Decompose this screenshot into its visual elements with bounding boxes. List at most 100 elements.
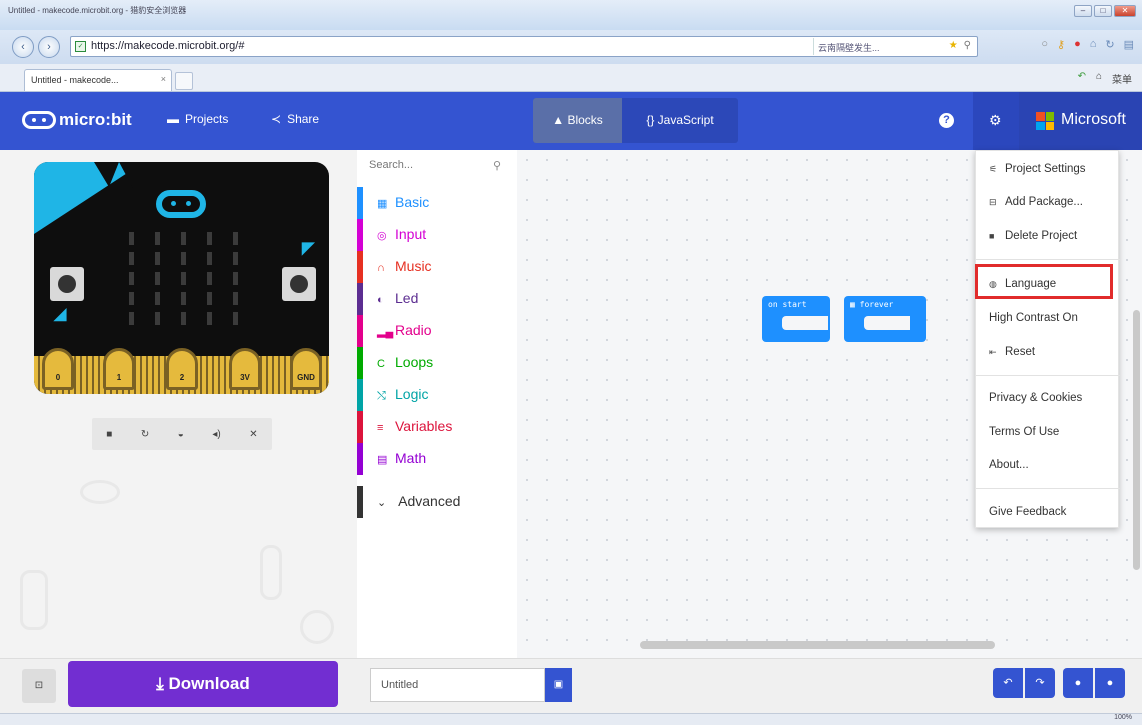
on-start-block[interactable]: on start <box>762 296 830 342</box>
tab-close-icon[interactable]: × <box>161 74 166 84</box>
pin-3v[interactable]: 3V <box>229 348 261 390</box>
led <box>207 312 212 325</box>
key-icon[interactable]: ⚷ <box>1057 38 1065 51</box>
led <box>181 252 186 265</box>
menu-item-label: Terms Of Use <box>989 426 1060 438</box>
refresh-icon[interactable]: ↻ <box>1105 38 1114 51</box>
menu-item-reset[interactable]: ⇤ Reset <box>976 338 1120 366</box>
horizontal-scrollbar[interactable] <box>640 641 995 649</box>
stop-icon[interactable]: ■ <box>106 429 112 440</box>
settings-menu: ⚟ Project Settings ⊟ Add Package... ■ Delet… <box>975 150 1120 528</box>
project-name-input[interactable]: Untitled <box>370 668 545 702</box>
block-label: ▦ forever <box>850 300 893 309</box>
lock-page-icon[interactable]: ⌂ <box>1096 71 1102 86</box>
undo-button[interactable]: ↶ <box>993 668 1023 698</box>
address-bar[interactable]: ✓ https://makecode.microbit.org/# 云南隔壁发生… <box>70 36 978 57</box>
sliders-icon: ⚟ <box>989 164 998 174</box>
forward-button[interactable]: › <box>38 36 60 58</box>
pin-0[interactable]: 0 <box>42 348 74 390</box>
pin-gnd[interactable]: GND <box>290 348 322 390</box>
address-tools: ★ ⚲ <box>949 40 971 51</box>
circle-icon[interactable]: ○ <box>1041 38 1048 51</box>
category-music[interactable]: ∩ Music <box>357 251 517 283</box>
undo-close-icon[interactable]: ↶ <box>1078 71 1086 86</box>
led <box>207 272 212 285</box>
led <box>233 312 238 325</box>
menu-item-high-contrast[interactable]: High Contrast On <box>976 304 1120 332</box>
led <box>129 272 134 285</box>
sidebar-icon[interactable]: ▤ <box>1124 38 1134 51</box>
browser-menu-button[interactable]: 菜单 <box>1112 71 1132 86</box>
block-slot <box>782 316 828 330</box>
javascript-tab[interactable]: {} JavaScript <box>622 98 738 143</box>
pin-2[interactable]: 2 <box>166 348 198 390</box>
puzzle-icon: ▲ <box>552 113 565 127</box>
menu-item-project-settings[interactable]: ⚟ Project Settings <box>976 155 1120 183</box>
menu-item-give-feedback[interactable]: Give Feedback <box>976 498 1120 526</box>
trash-icon: ■ <box>989 231 995 241</box>
browser-tab[interactable]: Untitled - makecode... × <box>24 69 172 91</box>
category-radio[interactable]: ▂▄ Radio <box>357 315 517 347</box>
blocks-tab[interactable]: ▲ Blocks <box>533 98 622 143</box>
vertical-scrollbar[interactable] <box>1133 310 1140 570</box>
help-icon[interactable]: ? <box>939 113 954 128</box>
restart-icon[interactable]: ↻ <box>141 429 149 440</box>
category-basic[interactable]: ▦ Basic <box>357 187 517 219</box>
home-icon[interactable]: ⌂ <box>1090 38 1097 51</box>
led <box>155 292 160 305</box>
shuffle-icon: ⤭ <box>377 390 386 402</box>
settings-button[interactable]: ⚙ <box>973 92 1019 150</box>
zoom-out-button[interactable]: ● <box>1063 668 1093 698</box>
button-b[interactable] <box>282 267 316 301</box>
menu-item-terms[interactable]: Terms Of Use <box>976 418 1120 446</box>
browser-search-box[interactable]: 云南隔壁发生... <box>813 38 933 55</box>
zoom-level[interactable]: 100% <box>1114 714 1132 721</box>
minimize-button[interactable]: – <box>1074 5 1092 17</box>
toolbox-search[interactable]: Search... ⚲ <box>369 159 501 172</box>
menu-item-delete-project[interactable]: ■ Delete Project <box>976 222 1120 250</box>
forever-block[interactable]: ▦ forever <box>844 296 926 342</box>
category-logic[interactable]: ⤭ Logic <box>357 379 517 411</box>
star-icon[interactable]: ★ <box>949 40 958 51</box>
menu-item-privacy[interactable]: Privacy & Cookies <box>976 384 1120 412</box>
menu-item-add-package[interactable]: ⊟ Add Package... <box>976 188 1120 216</box>
category-led[interactable]: ◐ Led <box>357 283 517 315</box>
category-loops[interactable]: C Loops <box>357 347 517 379</box>
user-icon[interactable]: ● <box>1074 38 1081 51</box>
save-button[interactable]: ▣ <box>545 668 572 702</box>
fullscreen-icon[interactable]: ✕ <box>249 429 257 440</box>
forever-label: forever <box>859 300 894 309</box>
share-button[interactable]: ≺ Share <box>271 112 319 126</box>
pin-1[interactable]: 1 <box>103 348 135 390</box>
back-button[interactable]: ‹ <box>12 36 34 58</box>
microsoft-button[interactable]: Microsoft <box>1019 92 1142 150</box>
microbit-board[interactable]: ◢ ◤ 0 1 2 3V GND <box>34 162 329 394</box>
search-icon[interactable]: ⚲ <box>964 40 971 51</box>
category-input[interactable]: ◎ Input <box>357 219 517 251</box>
category-advanced[interactable]: ⌄ Advanced <box>357 486 517 518</box>
led <box>129 312 134 325</box>
led <box>129 252 134 265</box>
menu-divider <box>976 488 1120 489</box>
category-math[interactable]: ▤ Math <box>357 443 517 475</box>
download-button[interactable]: ⤓ Download <box>68 661 338 707</box>
folder-icon: ▬ <box>167 112 179 126</box>
category-label: Loops <box>395 354 434 370</box>
menu-item-about[interactable]: About... <box>976 451 1120 479</box>
pin-label: 0 <box>55 373 61 382</box>
button-a[interactable] <box>50 267 84 301</box>
zoom-in-button[interactable]: ● <box>1095 668 1125 698</box>
redo-button[interactable]: ↷ <box>1025 668 1055 698</box>
mute-icon[interactable]: ◂) <box>212 429 220 440</box>
close-window-button[interactable]: ✕ <box>1114 5 1136 17</box>
new-tab-button[interactable] <box>175 72 193 90</box>
category-variables[interactable]: ≡ Variables <box>357 411 517 443</box>
maximize-button[interactable]: □ <box>1094 5 1112 17</box>
menu-item-label: Give Feedback <box>989 506 1067 518</box>
browser-title-bar: Untitled - makecode.microbit.org - 猎豹安全浏… <box>0 0 1142 30</box>
projects-button[interactable]: ▬ Projects <box>167 112 228 126</box>
microbit-logo[interactable]: micro:bit <box>22 110 132 130</box>
list-icon: ≡ <box>377 422 384 434</box>
toggle-simulator-button[interactable]: ⊡ <box>22 669 56 703</box>
slowmo-icon[interactable]: ◒ <box>178 429 184 440</box>
